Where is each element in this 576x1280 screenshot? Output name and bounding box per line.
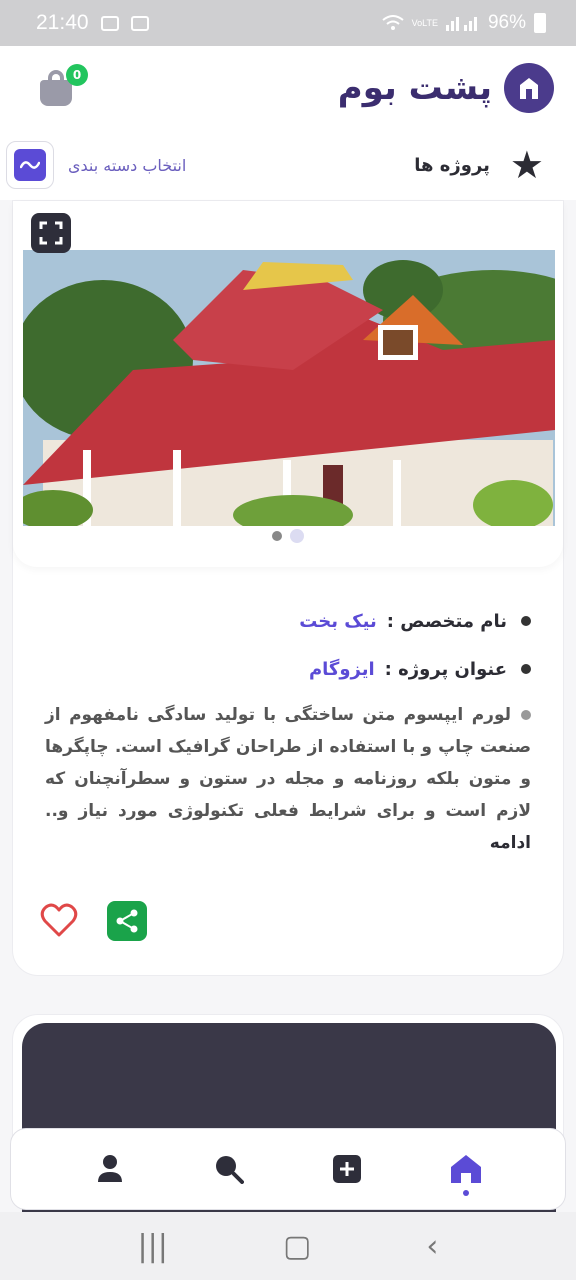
- bullet: [521, 710, 531, 720]
- project-title-value: ایزوگام: [308, 658, 375, 680]
- description-text: لورم ایپسوم متن ساختگی با تولید سادگی نا…: [45, 705, 531, 821]
- network-label: VoLTE: [411, 17, 438, 28]
- read-more-link[interactable]: ادامه: [490, 833, 531, 853]
- project-image[interactable]: [23, 250, 555, 526]
- project-card: نام متخصص : نیک بخت عنوان پروژه : ایزوگا…: [12, 200, 564, 976]
- share-button[interactable]: [107, 901, 147, 941]
- bottom-nav: [10, 1128, 566, 1210]
- shopping-bag-icon: [40, 80, 72, 106]
- project-title-label: عنوان پروژه :: [384, 658, 507, 680]
- card-actions: [39, 901, 147, 941]
- status-time: 21:40: [36, 11, 89, 34]
- category-button[interactable]: [6, 141, 54, 189]
- image-area: [13, 201, 563, 567]
- add-icon: [333, 1155, 362, 1183]
- nav-home[interactable]: [441, 1144, 491, 1196]
- nav-search[interactable]: [204, 1144, 254, 1194]
- gallery-icon: [100, 15, 119, 31]
- share-icon: [116, 909, 138, 933]
- expert-label: نام متخصص :: [386, 610, 507, 632]
- status-right: VoLTE 96%: [381, 12, 546, 34]
- bullet: [521, 616, 531, 626]
- expand-button[interactable]: [31, 213, 71, 253]
- page-title: پروژه ها: [414, 154, 490, 176]
- project-title-row: عنوان پروژه : ایزوگام: [45, 645, 531, 693]
- wifi-icon: [381, 15, 404, 30]
- heart-icon[interactable]: [39, 901, 79, 941]
- active-indicator: [462, 1190, 469, 1196]
- star-icon: ★: [509, 143, 544, 187]
- brand-name: پشت بوم: [337, 68, 493, 108]
- battery-percent: 96%: [487, 12, 526, 33]
- notification-icon: [130, 15, 149, 31]
- signal-icon: [445, 17, 477, 31]
- nav-add[interactable]: [322, 1144, 372, 1194]
- brand-logo-icon: [504, 63, 554, 113]
- expert-value: نیک بخت: [299, 610, 377, 632]
- project-description: لورم ایپسوم متن ساختگی با تولید سادگی نا…: [45, 699, 531, 859]
- expand-icon: [39, 221, 63, 245]
- cart-badge: 0: [66, 64, 88, 86]
- cart-button[interactable]: 0: [40, 64, 88, 106]
- subheader: انتخاب دسته بندی پروژه ها ★: [0, 130, 576, 200]
- nav-profile[interactable]: [85, 1144, 135, 1194]
- home-icon: [450, 1155, 481, 1183]
- slider-dot[interactable]: [272, 531, 282, 541]
- back-icon[interactable]: ‹: [426, 1229, 438, 1264]
- project-info: نام متخصص : نیک بخت عنوان پروژه : ایزوگا…: [13, 597, 563, 859]
- status-left: 21:40: [36, 11, 149, 35]
- search-icon: [215, 1156, 244, 1184]
- projects-heading: پروژه ها ★: [414, 146, 544, 184]
- slider-dots: [13, 529, 563, 543]
- expert-row: نام متخصص : نیک بخت: [45, 597, 531, 645]
- user-icon: [98, 1155, 123, 1182]
- system-nav-bar: ||| ▢ ‹: [0, 1212, 576, 1280]
- battery-icon: [534, 13, 546, 33]
- app-header: 0 پشت بوم: [0, 46, 576, 130]
- category-label[interactable]: انتخاب دسته بندی: [68, 156, 186, 175]
- recent-apps-icon[interactable]: |||: [138, 1229, 168, 1264]
- status-bar: 21:40 VoLTE 96%: [0, 0, 576, 46]
- slider-dot-active[interactable]: [290, 529, 304, 543]
- bullet: [521, 664, 531, 674]
- wave-icon: [14, 149, 46, 181]
- home-system-icon[interactable]: ▢: [283, 1229, 311, 1264]
- category-selector[interactable]: انتخاب دسته بندی: [6, 141, 186, 189]
- brand: پشت بوم: [338, 63, 554, 113]
